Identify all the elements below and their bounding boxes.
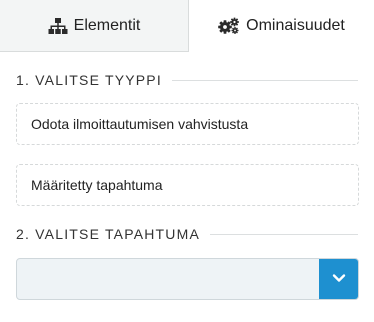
tab-elements[interactable]: Elementit	[0, 0, 189, 52]
option-label: Määritetty tapahtuma	[31, 177, 163, 193]
tab-properties-label: Ominaisuudet	[246, 17, 345, 34]
section-heading-event: 2. VALITSE TAPAHTUMA	[16, 224, 358, 244]
section-divider	[210, 233, 358, 235]
section-heading-type: 1. VALITSE TYYPPI	[16, 70, 358, 90]
option-defined-event[interactable]: Määritetty tapahtuma	[16, 164, 359, 206]
section-heading-event-text: 2. VALITSE TAPAHTUMA	[16, 226, 201, 242]
dropdown-toggle-button[interactable]	[319, 259, 358, 299]
option-label: Odota ilmoittautumisen vahvistusta	[31, 116, 249, 132]
tab-properties[interactable]: Ominaisuudet	[189, 0, 374, 52]
section-heading-type-text: 1. VALITSE TYYPPI	[16, 72, 162, 88]
sitemap-icon	[48, 17, 68, 34]
section-divider	[171, 79, 358, 81]
option-wait-confirmation[interactable]: Odota ilmoittautumisen vahvistusta	[16, 103, 359, 145]
chevron-down-icon	[332, 270, 346, 288]
tab-elements-label: Elementit	[73, 16, 141, 34]
tab-bar: Elementit Ominaisuudet	[0, 0, 374, 52]
event-select[interactable]	[16, 258, 359, 300]
cogs-icon	[218, 17, 240, 35]
